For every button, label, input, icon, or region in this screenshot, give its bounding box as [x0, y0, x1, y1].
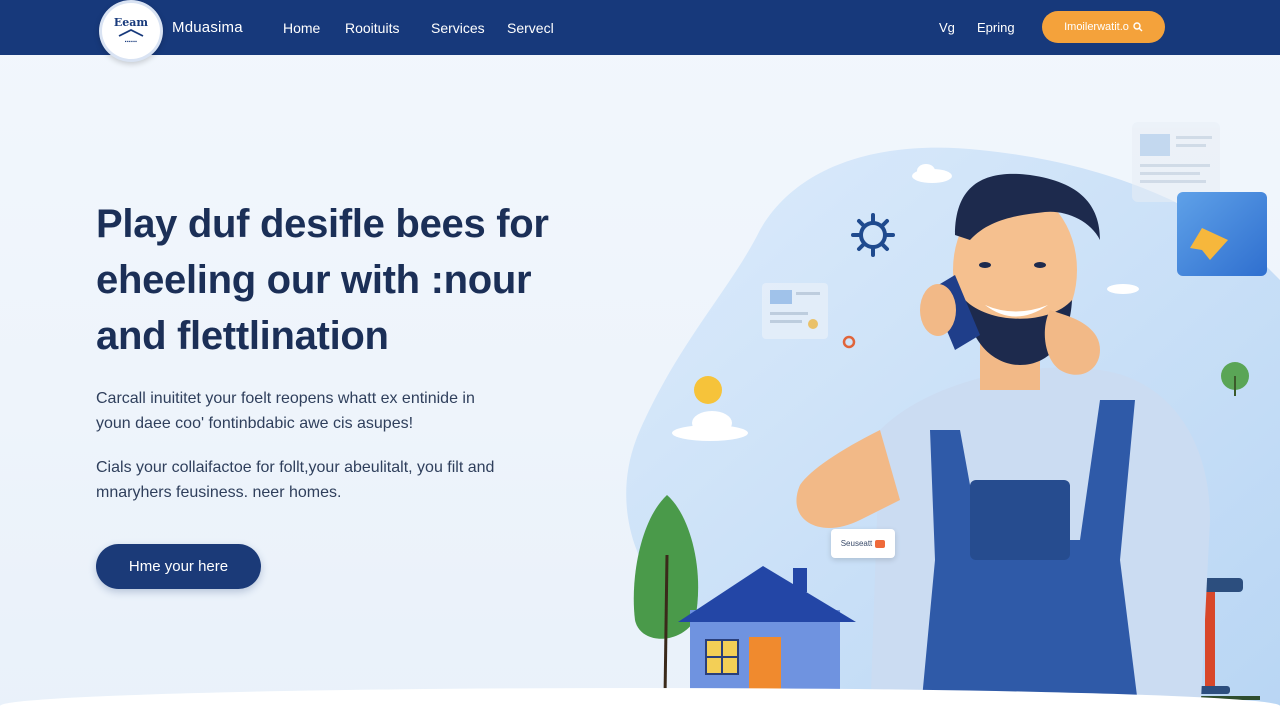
page-bottom-wave [0, 688, 1280, 720]
search-icon [1133, 22, 1143, 32]
badge-text: Seuseatt [840, 539, 873, 548]
logo-text: Eeam [113, 16, 149, 29]
star-card [1177, 192, 1267, 276]
sun-icon [694, 376, 722, 404]
hero-headline: Play duf desifle bees for eheeling our w… [96, 196, 616, 364]
badge-dot [875, 539, 886, 548]
header-cta-label: Imoilerwatit.o [1064, 21, 1129, 33]
paragraph-1-line-1: Carcall inuititet your foelt reopens wha… [96, 390, 475, 407]
logo[interactable]: Eeam ▪▪▪▪▪▪ [99, 0, 163, 62]
service-badge: Seuseatt [831, 529, 895, 558]
headline-line-1: Play duf desifle bees for [96, 202, 549, 246]
header-cta-button[interactable]: Imoilerwatit.o [1042, 11, 1165, 43]
brand-name[interactable]: Mduasima [172, 19, 243, 36]
top-navigation-bar: Eeam ▪▪▪▪▪▪ Mduasima Home Rooituits Serv… [0, 0, 1280, 62]
nav-servecl[interactable]: Servecl [507, 20, 577, 36]
notification-card [762, 283, 828, 339]
house-roof-icon [118, 29, 144, 37]
headline-line-2: eheeling our with :nour [96, 258, 532, 302]
main-nav: Home Rooituits Services Servecl [283, 20, 577, 36]
paragraph-1-line-2: youn daee coo' fontinbdabic awe cis asup… [96, 415, 414, 432]
paragraph-2-line-2: mnaryhers feusiness. neer homes. [96, 484, 342, 501]
cloud-icon [1107, 284, 1139, 294]
document-card [1132, 122, 1220, 202]
logo-subtext: ▪▪▪▪▪▪ [124, 39, 138, 45]
nav-rooituits[interactable]: Rooituits [345, 20, 431, 36]
hero-illustration [620, 122, 1280, 720]
hero-paragraph-1: Carcall inuititet your foelt reopens wha… [96, 386, 526, 436]
paragraph-2-line-1: Cials your collaifactoe for follt,your a… [96, 459, 495, 476]
language-selector[interactable]: Vg [939, 20, 955, 35]
nav-services[interactable]: Services [431, 20, 507, 36]
headline-line-3: and flettlination [96, 314, 389, 358]
hero-paragraph-2: Cials your collaifactoe for follt,your a… [96, 455, 526, 505]
hero-cta-button[interactable]: Hme your here [96, 544, 261, 589]
header-link-epring[interactable]: Epring [977, 20, 1015, 35]
nav-home[interactable]: Home [283, 20, 345, 36]
